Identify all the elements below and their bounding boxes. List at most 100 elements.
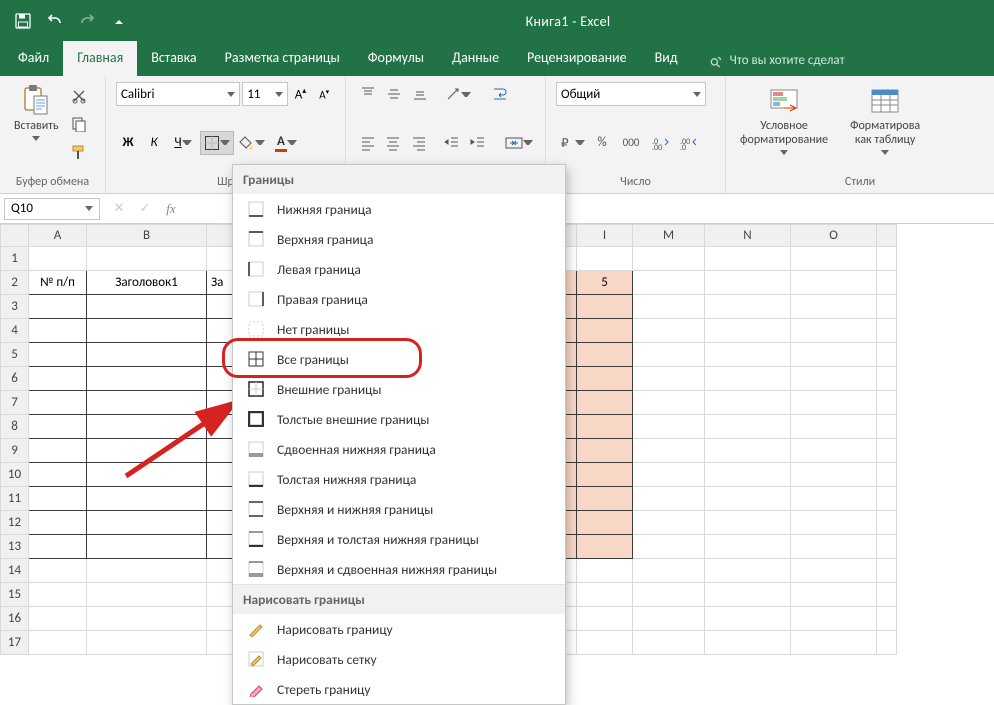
- row-header[interactable]: 4: [1, 319, 29, 343]
- cell[interactable]: [29, 487, 87, 511]
- cell[interactable]: [577, 415, 633, 439]
- cell[interactable]: [877, 415, 897, 439]
- cell[interactable]: [633, 607, 705, 631]
- row-header[interactable]: 13: [1, 535, 29, 559]
- cell[interactable]: [29, 463, 87, 487]
- font-size-combo[interactable]: 11: [242, 82, 287, 106]
- row-header[interactable]: 12: [1, 511, 29, 535]
- wrap-text-button[interactable]: [488, 82, 514, 106]
- row-header[interactable]: 1: [1, 247, 29, 271]
- cell[interactable]: [577, 535, 633, 559]
- cut-button[interactable]: [67, 84, 91, 108]
- cell[interactable]: [705, 343, 791, 367]
- italic-button[interactable]: К: [142, 131, 166, 155]
- cell[interactable]: [87, 631, 207, 655]
- cell[interactable]: [87, 607, 207, 631]
- cell[interactable]: [705, 607, 791, 631]
- orientation-button[interactable]: [442, 82, 474, 106]
- menu-item-draw[interactable]: Нарисовать сетку: [233, 644, 565, 674]
- decrease-indent-button[interactable]: [441, 131, 465, 155]
- row-header[interactable]: 3: [1, 295, 29, 319]
- row-header[interactable]: 8: [1, 415, 29, 439]
- cell[interactable]: [633, 559, 705, 583]
- cell[interactable]: [577, 463, 633, 487]
- cell[interactable]: [29, 295, 87, 319]
- number-format-combo[interactable]: Общий: [556, 82, 706, 106]
- cell[interactable]: [29, 535, 87, 559]
- cell[interactable]: [705, 487, 791, 511]
- cell[interactable]: [633, 583, 705, 607]
- menu-item-border[interactable]: Верхняя граница: [233, 224, 565, 254]
- cell[interactable]: 5: [577, 271, 633, 295]
- cell[interactable]: [633, 535, 705, 559]
- name-box[interactable]: Q10: [4, 198, 100, 220]
- qat-customize-button[interactable]: [106, 8, 132, 34]
- menu-item-border[interactable]: Нижняя граница: [233, 194, 565, 224]
- cell[interactable]: [87, 415, 207, 439]
- cell[interactable]: [705, 583, 791, 607]
- align-bottom-button[interactable]: [408, 82, 432, 106]
- increase-indent-button[interactable]: [466, 131, 490, 155]
- menu-item-border[interactable]: Толстые внешние границы: [233, 404, 565, 434]
- cell[interactable]: [877, 439, 897, 463]
- format-painter-button[interactable]: [67, 140, 91, 164]
- cell[interactable]: [877, 463, 897, 487]
- cell[interactable]: [87, 367, 207, 391]
- cell[interactable]: [705, 535, 791, 559]
- cell[interactable]: [877, 271, 897, 295]
- cell[interactable]: [633, 343, 705, 367]
- underline-button[interactable]: Ч: [168, 131, 198, 155]
- comma-style-button[interactable]: 000: [616, 131, 646, 155]
- font-name-combo[interactable]: Calibri: [116, 82, 240, 106]
- decrease-font-button[interactable]: A▾: [313, 82, 335, 106]
- conditional-formatting-button[interactable]: Условное форматирование: [736, 86, 832, 157]
- cell[interactable]: [87, 247, 207, 271]
- cell[interactable]: [29, 319, 87, 343]
- cell[interactable]: [877, 367, 897, 391]
- cell[interactable]: [705, 439, 791, 463]
- cell[interactable]: [791, 583, 877, 607]
- insert-function-button[interactable]: fx: [158, 198, 184, 220]
- cell[interactable]: [87, 559, 207, 583]
- align-center-button[interactable]: [382, 131, 406, 155]
- undo-button[interactable]: [42, 8, 68, 34]
- cell[interactable]: [633, 415, 705, 439]
- col-header[interactable]: N: [705, 225, 791, 247]
- cell[interactable]: [791, 343, 877, 367]
- cell[interactable]: [29, 583, 87, 607]
- cell[interactable]: [633, 463, 705, 487]
- menu-item-border[interactable]: Верхняя и толстая нижняя границы: [233, 524, 565, 554]
- cell[interactable]: [633, 271, 705, 295]
- col-header[interactable]: B: [87, 225, 207, 247]
- cell[interactable]: [633, 487, 705, 511]
- cell[interactable]: [87, 319, 207, 343]
- tab-data[interactable]: Данные: [438, 41, 513, 76]
- row-header[interactable]: 10: [1, 463, 29, 487]
- cell[interactable]: [633, 511, 705, 535]
- row-header[interactable]: 14: [1, 559, 29, 583]
- col-header[interactable]: O: [791, 225, 877, 247]
- borders-button[interactable]: [200, 131, 234, 155]
- row-header[interactable]: 2: [1, 271, 29, 295]
- menu-item-draw[interactable]: Стереть границу: [233, 674, 565, 704]
- cell[interactable]: [87, 295, 207, 319]
- cell[interactable]: [791, 535, 877, 559]
- cell[interactable]: Заголовок1: [87, 271, 207, 295]
- cell[interactable]: [791, 607, 877, 631]
- cell[interactable]: [87, 487, 207, 511]
- cell[interactable]: [29, 631, 87, 655]
- cell[interactable]: [791, 439, 877, 463]
- cell[interactable]: [791, 247, 877, 271]
- bold-button[interactable]: Ж: [116, 131, 140, 155]
- cell[interactable]: № п/п: [29, 271, 87, 295]
- cell[interactable]: [705, 367, 791, 391]
- align-right-button[interactable]: [407, 131, 431, 155]
- cell[interactable]: [577, 391, 633, 415]
- cell[interactable]: [29, 247, 87, 271]
- menu-item-border[interactable]: Толстая нижняя граница: [233, 464, 565, 494]
- font-color-button[interactable]: А: [270, 131, 302, 155]
- menu-item-border[interactable]: Левая граница: [233, 254, 565, 284]
- cell[interactable]: [87, 391, 207, 415]
- redo-button[interactable]: [74, 8, 100, 34]
- cancel-entry-button[interactable]: ✕: [106, 198, 132, 220]
